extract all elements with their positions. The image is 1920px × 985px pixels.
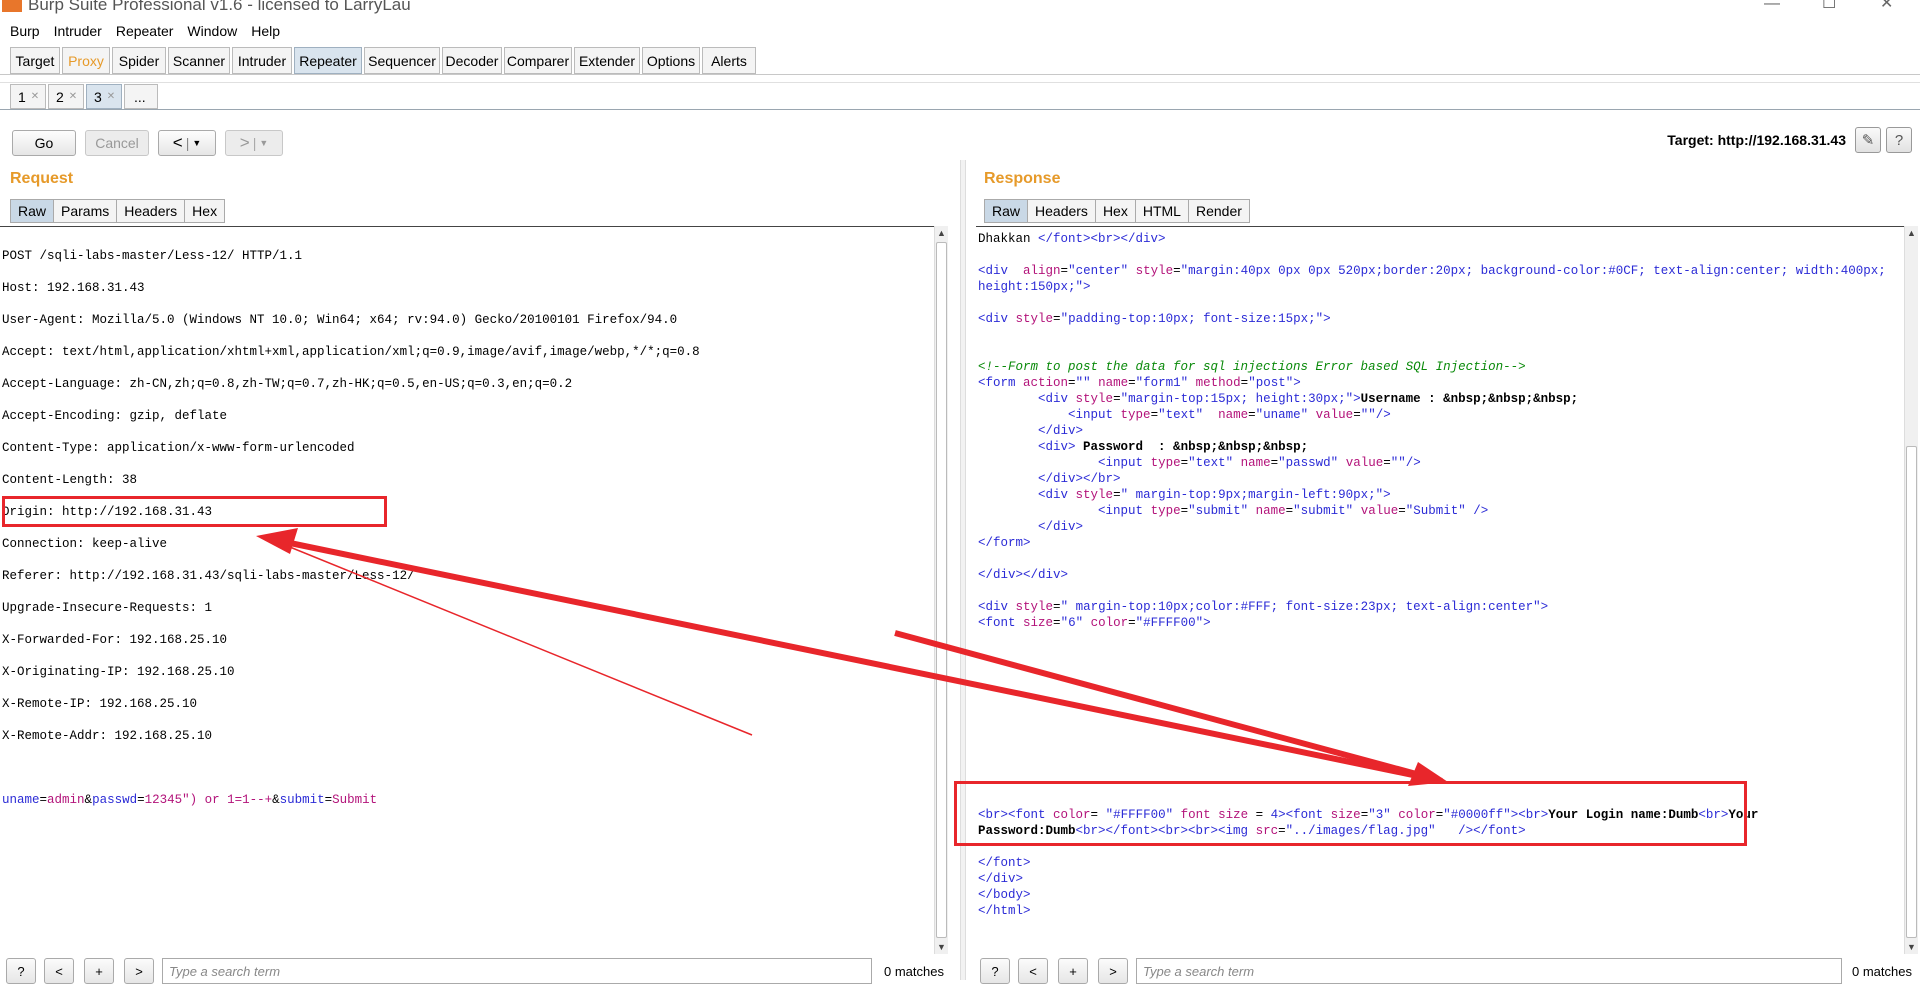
prev-match-button[interactable]: < [1018,958,1048,984]
annotation-arrowhead [1408,762,1448,786]
annotation-arrows [256,528,1448,786]
help-button[interactable]: ? [980,958,1010,984]
next-match-button[interactable]: > [124,958,154,984]
prev-match-button[interactable]: < [44,958,74,984]
annotation-arrow-line [289,540,1443,784]
search-input[interactable]: Type a search term [162,958,872,984]
match-count: 0 matches [884,964,944,979]
annotation-thin-line [279,542,753,736]
response-search-bar: ? < + > Type a search term 0 matches [976,958,1920,984]
next-match-button[interactable]: > [1098,958,1128,984]
annotation-arrow-line [894,630,1421,778]
add-button[interactable]: + [84,958,114,984]
request-search-bar: ? < + > Type a search term 0 matches [0,958,960,984]
annotation-arrowhead [256,528,298,554]
search-input[interactable]: Type a search term [1136,958,1842,984]
add-button[interactable]: + [1058,958,1088,984]
help-button[interactable]: ? [6,958,36,984]
match-count: 0 matches [1852,964,1912,979]
burp-window: Burp Suite Professional v1.6 - licensed … [0,0,1920,985]
